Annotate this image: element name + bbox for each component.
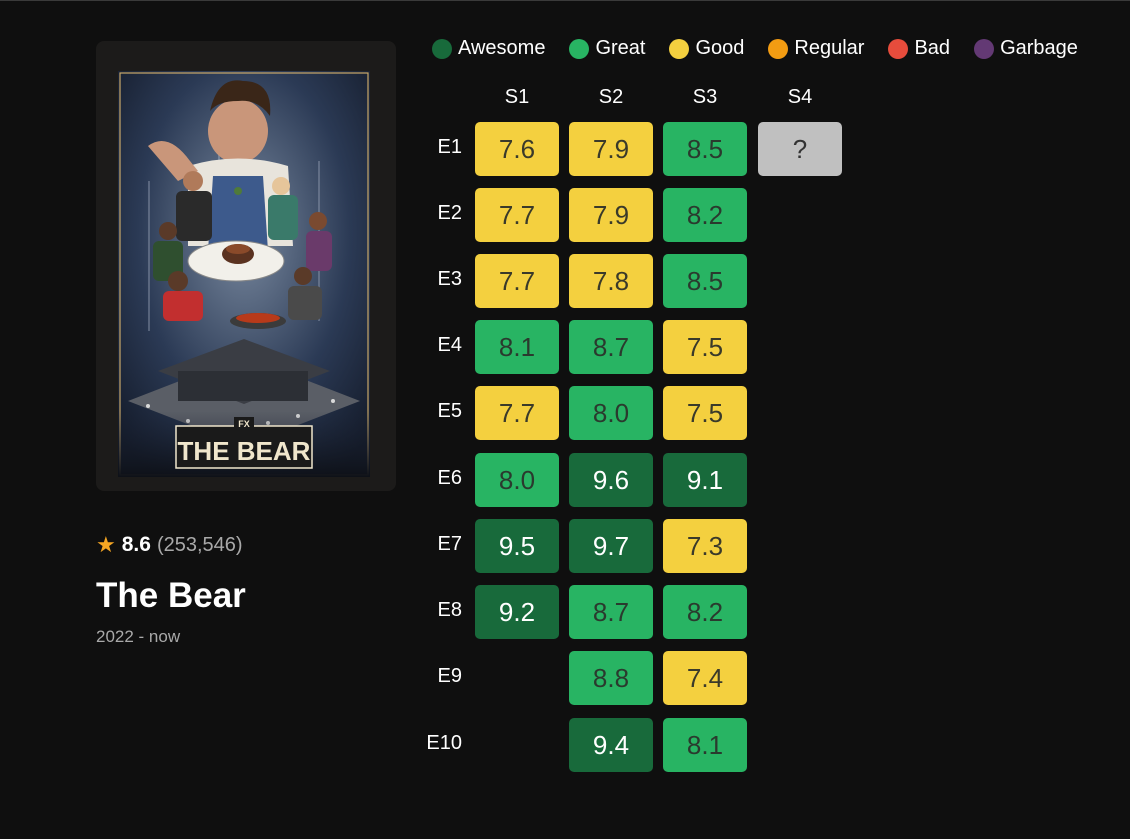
rating-cell-s3-e8[interactable]: 8.2 <box>663 585 747 639</box>
season-header-s1: S1 <box>504 86 530 108</box>
rating-cell-s1-e8[interactable]: 9.2 <box>475 585 559 639</box>
star-icon: ★ <box>96 532 116 557</box>
rating-cell-s2-e2[interactable]: 7.9 <box>569 188 653 242</box>
rating-cell-s1-e5[interactable]: 7.7 <box>475 386 559 440</box>
legend-item-good: Good <box>669 37 744 60</box>
rating-cell-s1-e4[interactable]: 8.1 <box>475 320 559 374</box>
legend-dot <box>974 38 995 59</box>
rating-cell-s4-e1[interactable]: ? <box>758 122 842 176</box>
legend-item-garbage: Garbage <box>974 37 1078 60</box>
rating-cell-s1-e3[interactable]: 7.7 <box>475 254 559 308</box>
rating-cell-s1-e7[interactable]: 9.5 <box>475 519 559 573</box>
episode-header-e6: E6 <box>437 467 462 489</box>
episode-header-e1: E1 <box>437 136 462 158</box>
legend: Awesome Great Good Regular Bad Garbage <box>432 37 1102 60</box>
rating-cell-s2-e9[interactable]: 8.8 <box>569 651 653 705</box>
show-title: The Bear <box>96 576 246 615</box>
rating-cell-s3-e9[interactable]: 7.4 <box>663 651 747 705</box>
episode-header-e8: E8 <box>437 599 462 621</box>
legend-item-bad: Bad <box>888 37 950 60</box>
legend-item-awesome: Awesome <box>432 37 545 60</box>
rating-cell-s3-e2[interactable]: 8.2 <box>663 188 747 242</box>
rating-line: ★ 8.6 (253,546) <box>96 531 243 559</box>
legend-label: Great <box>595 37 646 59</box>
rating-cell-s2-e3[interactable]: 7.8 <box>569 254 653 308</box>
rating-cell-s1-e6[interactable]: 8.0 <box>475 453 559 507</box>
legend-dot <box>768 38 789 59</box>
rating-cell-s3-e4[interactable]: 7.5 <box>663 320 747 374</box>
rating-cell-s2-e10[interactable]: 9.4 <box>569 718 653 772</box>
legend-label: Good <box>695 37 745 59</box>
rating-value: 8.6 <box>121 533 151 556</box>
rating-cell-s3-e1[interactable]: 8.5 <box>663 122 747 176</box>
rating-cell-s2-e4[interactable]: 8.7 <box>569 320 653 374</box>
legend-label: Regular <box>794 37 865 59</box>
rating-cell-s2-e5[interactable]: 8.0 <box>569 386 653 440</box>
legend-dot <box>569 38 590 59</box>
rating-cell-s3-e10[interactable]: 8.1 <box>663 718 747 772</box>
top-border <box>0 0 1130 1</box>
rating-cell-s2-e6[interactable]: 9.6 <box>569 453 653 507</box>
show-years: 2022 - now <box>96 627 181 646</box>
episode-header-e7: E7 <box>437 533 462 555</box>
episode-header-e9: E9 <box>437 665 462 687</box>
rating-cell-s2-e1[interactable]: 7.9 <box>569 122 653 176</box>
rating-cell-s2-e8[interactable]: 8.7 <box>569 585 653 639</box>
episode-header-e4: E4 <box>437 334 462 356</box>
episode-header-e2: E2 <box>437 202 462 224</box>
legend-dot <box>669 38 690 59</box>
season-header-s2: S2 <box>598 86 624 108</box>
poster-badge: FX <box>238 419 250 429</box>
legend-label: Bad <box>914 37 951 59</box>
rating-cell-s1-e1[interactable]: 7.6 <box>475 122 559 176</box>
legend-label: Awesome <box>458 37 546 59</box>
legend-item-regular: Regular <box>768 37 864 60</box>
vote-count: (253,546) <box>156 533 243 556</box>
season-header-s3: S3 <box>692 86 718 108</box>
legend-dot <box>432 38 452 59</box>
legend-item-great: Great <box>569 37 645 60</box>
episode-header-e10: E10 <box>426 732 462 754</box>
poster-artwork: FX THE BEAR <box>118 71 370 477</box>
rating-cell-s1-e2[interactable]: 7.7 <box>475 188 559 242</box>
episode-header-e3: E3 <box>437 268 462 290</box>
poster-title: THE BEAR <box>178 436 311 466</box>
legend-dot <box>888 38 909 59</box>
season-header-s4: S4 <box>787 86 813 108</box>
legend-label: Garbage <box>1000 37 1078 59</box>
episode-header-e5: E5 <box>437 400 462 422</box>
rating-cell-s3-e7[interactable]: 7.3 <box>663 519 747 573</box>
rating-cell-s2-e7[interactable]: 9.7 <box>569 519 653 573</box>
rating-cell-s3-e3[interactable]: 8.5 <box>663 254 747 308</box>
show-poster[interactable]: FX THE BEAR <box>96 41 396 491</box>
rating-cell-s3-e5[interactable]: 7.5 <box>663 386 747 440</box>
rating-cell-s3-e6[interactable]: 9.1 <box>663 453 747 507</box>
